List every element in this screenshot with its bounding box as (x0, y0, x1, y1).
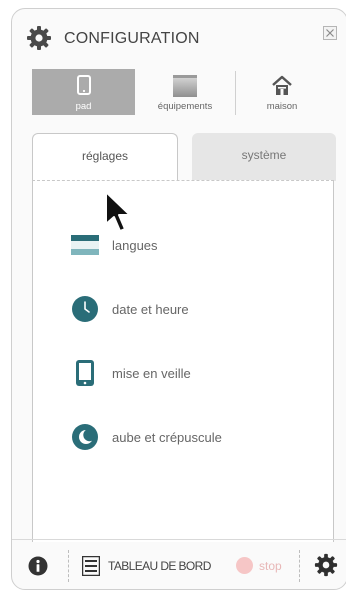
dashboard-icon[interactable] (82, 556, 100, 576)
close-icon (326, 29, 334, 37)
stop-indicator[interactable] (236, 557, 253, 574)
mode-label: équipements (157, 101, 213, 112)
stop-button[interactable]: stop (259, 559, 282, 573)
divider (235, 71, 236, 115)
configuration-panel: CONFIGURATION pad équipements maison rég… (11, 8, 346, 590)
settings-list: langues date et heure mise en veille aub… (32, 180, 334, 542)
mode-selector: pad équipements maison (12, 69, 346, 119)
mode-label: pad (75, 101, 92, 112)
list-item-label: date et heure (112, 302, 189, 317)
device-icon (173, 75, 197, 97)
dashboard-button[interactable]: TABLEAU DE BORD (108, 559, 211, 573)
tab-systeme[interactable]: système (192, 133, 336, 181)
tab-bar: réglages système (12, 133, 346, 181)
divider (299, 550, 300, 582)
clock-icon (72, 296, 98, 322)
gear-icon[interactable] (314, 553, 338, 577)
mode-pad[interactable]: pad (32, 69, 135, 115)
panel-header: CONFIGURATION (12, 9, 346, 69)
flag-icon (71, 235, 99, 255)
footer-bar: TABLEAU DE BORD stop (12, 539, 346, 589)
mode-label: maison (266, 101, 298, 112)
tab-reglages[interactable]: réglages (32, 133, 178, 181)
mode-equipements[interactable]: équipements (140, 69, 230, 115)
house-icon (272, 75, 292, 95)
tablet-icon (76, 75, 91, 95)
moon-icon (72, 424, 98, 450)
mouse-cursor-icon (105, 191, 131, 232)
list-item-mise-en-veille[interactable]: mise en veille (71, 359, 311, 389)
close-button[interactable] (323, 26, 337, 40)
list-item-label: langues (112, 238, 158, 253)
list-item-label: aube et crépuscule (112, 430, 222, 445)
divider (68, 550, 69, 582)
gear-icon (27, 26, 51, 50)
page-title: CONFIGURATION (64, 30, 200, 47)
tablet-icon (76, 360, 94, 386)
info-icon[interactable] (28, 556, 48, 576)
list-item-label: mise en veille (112, 366, 191, 381)
list-item-date-et-heure[interactable]: date et heure (71, 295, 311, 325)
list-item-aube-et-crepuscule[interactable]: aube et crépuscule (71, 423, 311, 453)
mode-maison[interactable]: maison (242, 69, 322, 115)
